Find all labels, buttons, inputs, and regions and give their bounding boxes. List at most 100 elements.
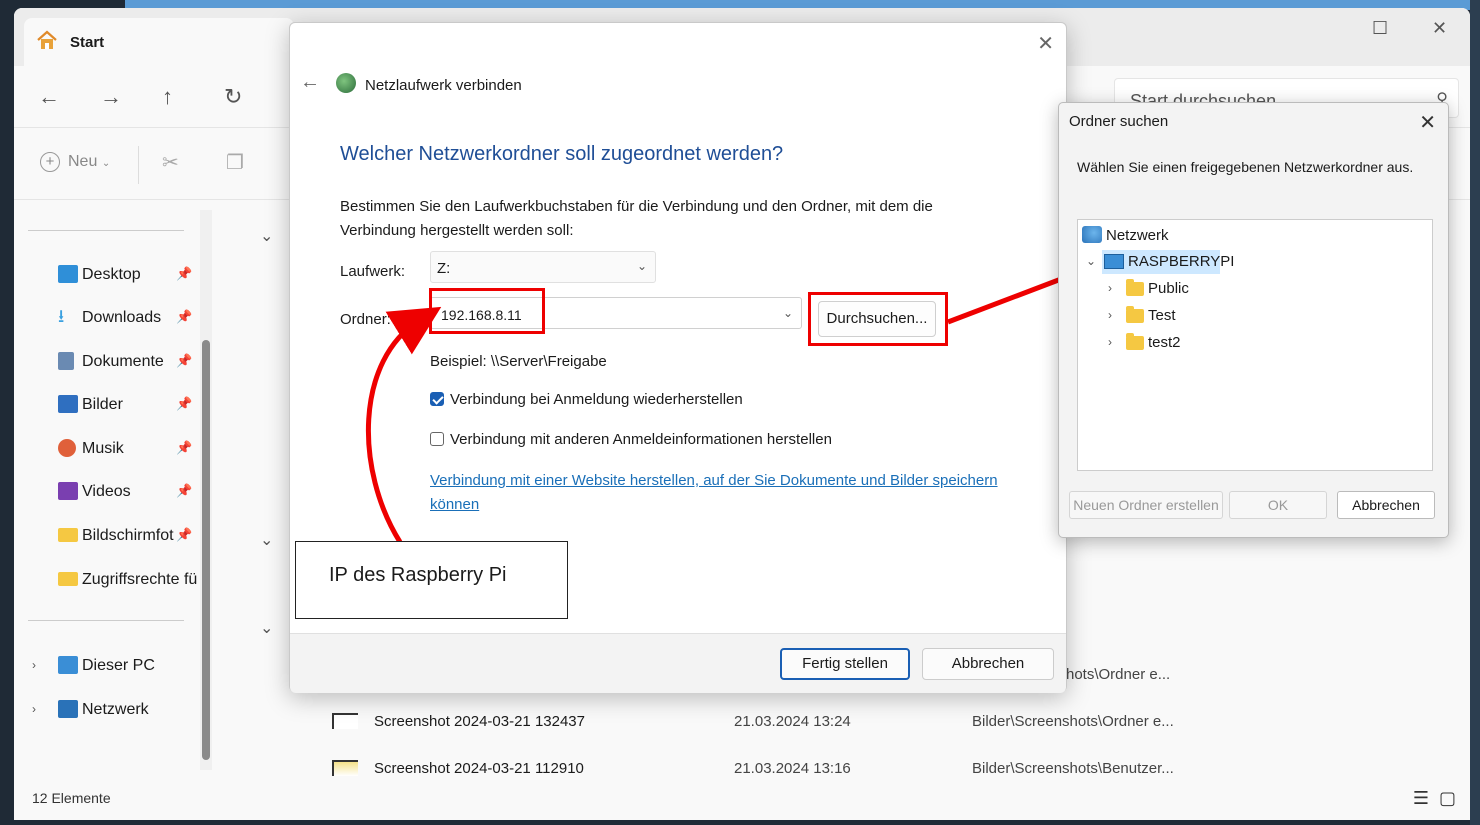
dialog-description: Bestimmen Sie den Laufwerkbuchstaben für… xyxy=(340,198,933,239)
sidebar-item-label: Dieser PC xyxy=(82,657,155,674)
sidebar-item-this-pc[interactable]: Dieser PC xyxy=(56,652,206,680)
sidebar-item-downloads[interactable]: ⭳ Downloads 📌 xyxy=(56,304,206,332)
pc-icon xyxy=(58,656,78,674)
back-arrow-icon[interactable]: ← xyxy=(38,84,60,110)
plus-icon: + xyxy=(40,152,60,172)
tree-item-test2[interactable]: › test2 xyxy=(1108,333,1181,351)
divider xyxy=(28,230,184,231)
file-name: Screenshot 2024-03-21 132437 xyxy=(374,713,585,730)
forward-arrow-icon[interactable]: → xyxy=(100,84,122,110)
chevron-right-icon[interactable]: › xyxy=(1108,281,1112,295)
back-arrow-icon[interactable]: ← xyxy=(300,71,320,94)
up-arrow-icon[interactable]: ↑ xyxy=(162,84,173,110)
chevron-right-icon[interactable]: › xyxy=(32,658,36,672)
chevron-down-icon[interactable]: ⌄ xyxy=(1086,254,1096,268)
other-credentials-checkbox-row[interactable]: Verbindung mit anderen Anmeldeinformatio… xyxy=(430,431,832,448)
sidebar-item-access-rights[interactable]: Zugriffsrechte fü xyxy=(56,566,206,594)
tree-item-network[interactable]: Netzwerk xyxy=(1082,226,1169,244)
chevron-down-icon[interactable]: ⌄ xyxy=(783,306,793,320)
chevron-down-icon[interactable]: ⌄ xyxy=(260,618,273,638)
website-connection-link[interactable]: Verbindung mit einer Website herstellen,… xyxy=(430,469,1030,517)
network-icon xyxy=(1082,226,1102,243)
chevron-right-icon[interactable]: › xyxy=(32,702,36,716)
new-button[interactable]: + Neu ⌄ xyxy=(40,152,110,172)
folder-icon xyxy=(58,572,78,586)
finish-button[interactable]: Fertig stellen xyxy=(780,648,910,680)
drive-letter-value: Z: xyxy=(437,260,451,277)
sidebar-item-network[interactable]: Netzwerk xyxy=(56,696,206,724)
chevron-right-icon[interactable]: › xyxy=(1108,335,1112,349)
callout-text: IP des Raspberry Pi xyxy=(329,564,507,586)
sidebar-item-desktop[interactable]: Desktop 📌 xyxy=(56,261,206,289)
pin-icon[interactable]: 📌 xyxy=(176,353,192,369)
sidebar-item-screenshots[interactable]: Bildschirmfot 📌 xyxy=(56,522,206,550)
tiles-view-icon[interactable]: ▢ xyxy=(1439,788,1456,808)
chevron-down-icon[interactable]: ⌄ xyxy=(260,226,273,246)
chevron-down-icon[interactable]: ⌄ xyxy=(260,530,273,550)
drive-label: Laufwerk: xyxy=(340,263,406,280)
folder-icon xyxy=(1126,333,1144,350)
pin-icon[interactable]: 📌 xyxy=(176,527,192,543)
pin-icon[interactable]: 📌 xyxy=(176,396,192,412)
close-window-icon[interactable]: ✕ xyxy=(1432,18,1447,39)
reconnect-checkbox-row[interactable]: Verbindung bei Anmeldung wiederherstelle… xyxy=(430,391,743,408)
music-icon xyxy=(58,439,76,457)
close-icon[interactable]: ✕ xyxy=(1419,110,1436,135)
sidebar-item-documents[interactable]: Dokumente 📌 xyxy=(56,348,206,376)
tree-item-test[interactable]: › Test xyxy=(1108,306,1176,324)
cancel-button[interactable]: Abbrechen xyxy=(922,648,1054,680)
sidebar-item-pictures[interactable]: Bilder 📌 xyxy=(56,391,206,419)
file-path-partial: hots\Ordner e... xyxy=(1066,666,1171,683)
file-date: 21.03.2024 13:24 xyxy=(734,713,851,730)
sidebar-item-music[interactable]: Musik 📌 xyxy=(56,435,206,463)
folder-icon xyxy=(58,528,78,542)
pin-icon[interactable]: 📌 xyxy=(176,309,192,325)
image-file-icon xyxy=(332,713,358,729)
network-icon xyxy=(58,700,78,718)
other-credentials-checkbox[interactable] xyxy=(430,432,444,446)
other-credentials-label: Verbindung mit anderen Anmeldeinformatio… xyxy=(450,431,832,448)
pin-icon[interactable]: 📌 xyxy=(176,266,192,282)
scrollbar-thumb[interactable] xyxy=(202,340,210,760)
cancel-button[interactable]: Abbrechen xyxy=(1337,491,1435,519)
view-toggle[interactable]: ☰ ▢ xyxy=(1413,788,1456,809)
table-row[interactable]: Screenshot 2024-03-21 132437 21.03.2024 … xyxy=(332,710,1470,734)
details-view-icon[interactable]: ☰ xyxy=(1413,788,1429,808)
refresh-icon[interactable]: ↻ xyxy=(224,84,242,110)
tree-item-raspberrypi[interactable]: ⌄ RASPBERRYPI xyxy=(1086,253,1234,270)
sidebar-item-label: Netzwerk xyxy=(82,701,149,718)
pin-icon[interactable]: 📌 xyxy=(176,440,192,456)
tab-start[interactable]: Start xyxy=(24,18,294,66)
highlight-browse-box xyxy=(808,292,948,346)
reconnect-checkbox[interactable] xyxy=(430,392,444,406)
dialog-prompt: Wählen Sie einen freigegebenen Netzwerko… xyxy=(1077,159,1414,175)
maximize-icon[interactable]: ☐ xyxy=(1372,18,1388,39)
chevron-right-icon[interactable]: › xyxy=(1108,308,1112,322)
drive-letter-select[interactable]: Z: ⌄ xyxy=(430,251,656,283)
browse-folder-dialog: Ordner suchen ✕ Wählen Sie einen freigeg… xyxy=(1058,102,1449,538)
sidebar-item-label: Zugriffsrechte fü xyxy=(82,571,198,588)
cut-icon[interactable]: ✂ xyxy=(162,150,179,175)
network-drive-icon xyxy=(336,73,356,93)
close-icon[interactable]: ✕ xyxy=(1037,31,1054,56)
new-folder-button[interactable]: Neuen Ordner erstellen xyxy=(1069,491,1223,519)
new-label: Neu xyxy=(68,153,98,170)
navigation-pane: Desktop 📌 ⭳ Downloads 📌 Dokumente 📌 Bild… xyxy=(14,200,214,770)
sidebar-scrollbar[interactable] xyxy=(200,210,212,770)
file-path: Bilder\Screenshots\Benutzer... xyxy=(972,760,1174,777)
copy-icon[interactable]: ❐ xyxy=(226,150,244,175)
tree-item-public[interactable]: › Public xyxy=(1108,279,1189,297)
reconnect-label: Verbindung bei Anmeldung wiederherstelle… xyxy=(450,391,743,408)
folder-icon xyxy=(1126,306,1144,323)
image-file-icon xyxy=(332,760,358,776)
folder-tree[interactable]: Netzwerk ⌄ RASPBERRYPI › Public › Test ›… xyxy=(1077,219,1433,471)
desktop-right-edge xyxy=(1470,0,1480,825)
chevron-down-icon: ⌄ xyxy=(636,259,647,273)
sidebar-item-videos[interactable]: Videos 📌 xyxy=(56,478,206,506)
home-icon xyxy=(37,30,57,49)
pin-icon[interactable]: 📌 xyxy=(176,483,192,499)
dialog-footer: Fertig stellen Abbrechen xyxy=(290,633,1066,693)
table-row[interactable]: Screenshot 2024-03-21 112910 21.03.2024 … xyxy=(332,757,1470,781)
divider xyxy=(28,620,184,621)
ok-button[interactable]: OK xyxy=(1229,491,1327,519)
